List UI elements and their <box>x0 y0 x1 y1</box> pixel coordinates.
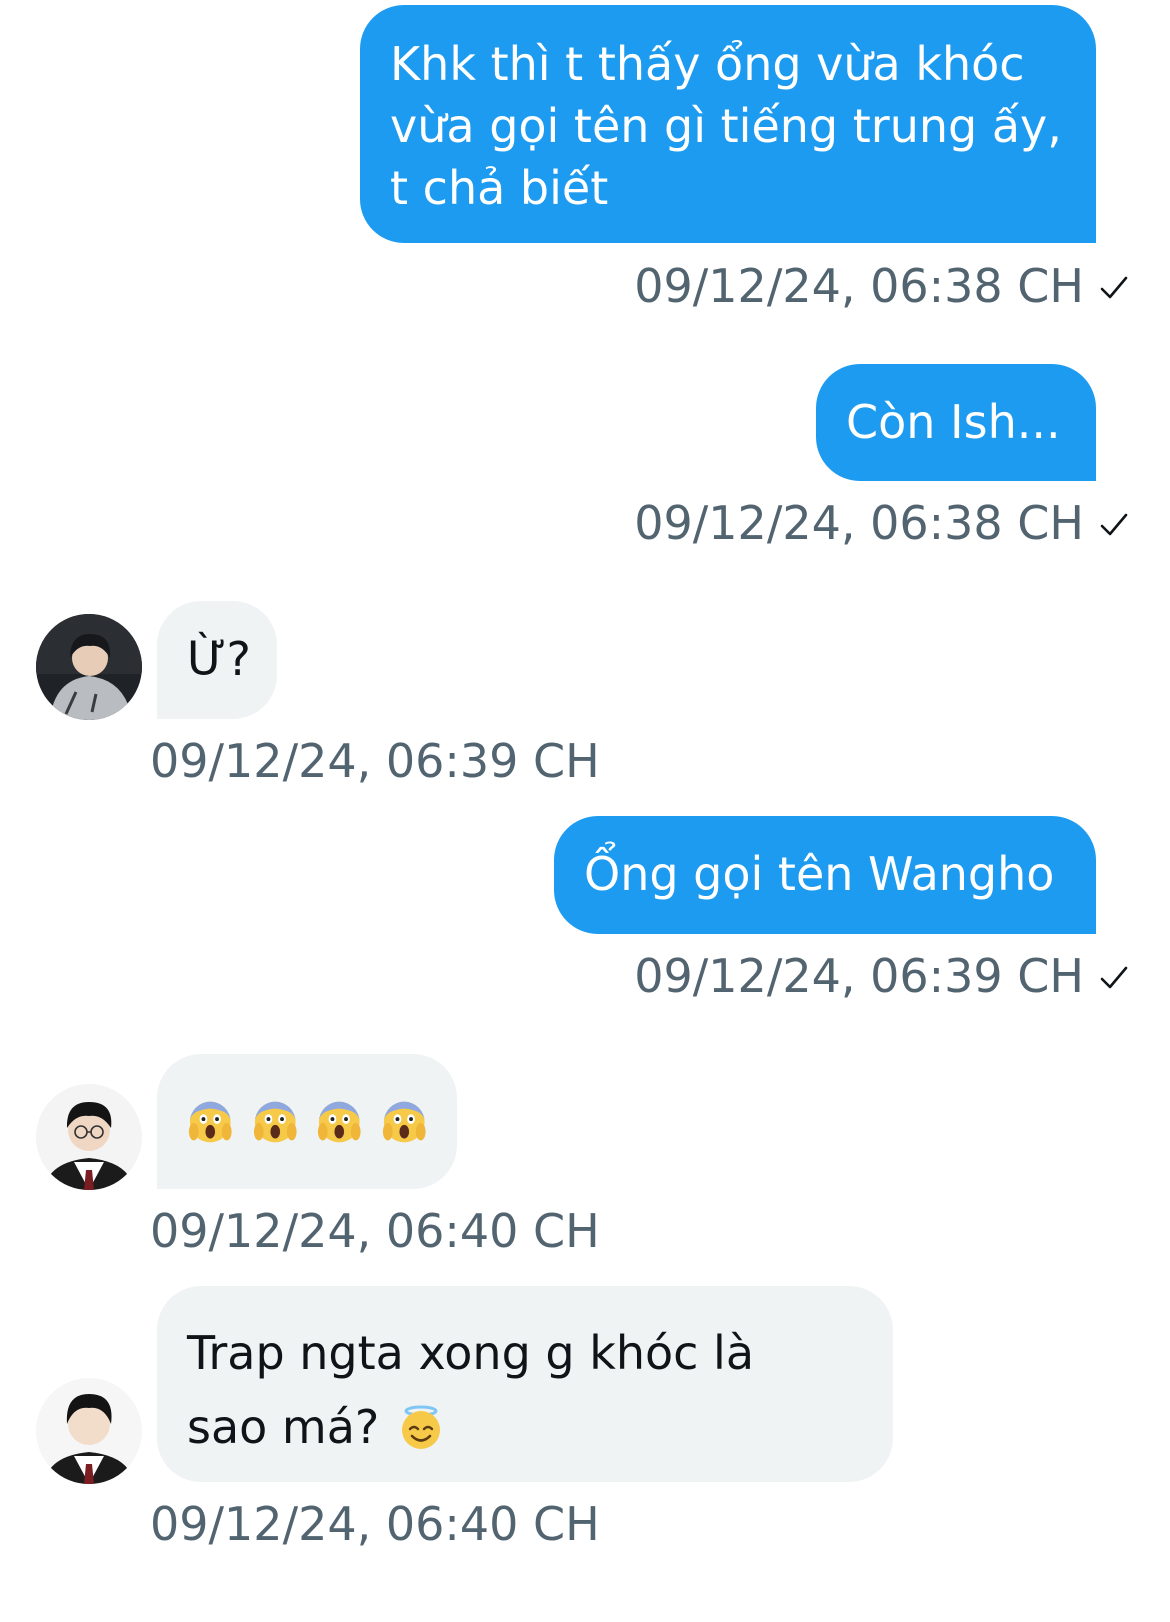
check-icon <box>1100 276 1128 299</box>
face-screaming-in-fear-icon <box>382 1101 426 1143</box>
avatar[interactable] <box>36 1084 142 1190</box>
message-timestamp: 09/12/24, 06:40 CH <box>150 1204 600 1258</box>
message-text: Còn Ish... <box>846 395 1061 449</box>
message-timestamp: 09/12/24, 06:38 CH <box>634 496 1084 550</box>
message-text: Ừ? <box>187 632 251 686</box>
message-text-line: sao má? <box>187 1400 380 1454</box>
outgoing-message-bubble[interactable]: Còn Ish... <box>816 364 1096 481</box>
message-text-line: Trap ngta xong g khóc là <box>187 1326 755 1380</box>
face-screaming-in-fear-icon <box>188 1101 232 1143</box>
incoming-message-bubble[interactable]: Ừ? <box>157 601 277 719</box>
message-timestamp: 09/12/24, 06:39 CH <box>634 949 1084 1003</box>
message-timestamp: 09/12/24, 06:38 CH <box>634 259 1084 313</box>
message-text: Ổng gọi tên Wangho <box>584 847 1055 901</box>
message-text-line: t chả biết <box>390 161 609 215</box>
avatar[interactable] <box>36 614 142 720</box>
check-icon <box>1100 966 1128 989</box>
check-icon <box>1100 513 1128 536</box>
message-timestamp: 09/12/24, 06:40 CH <box>150 1497 600 1551</box>
message-text-line: Khk thì t thấy ổng vừa khóc <box>390 37 1025 91</box>
face-screaming-in-fear-icon <box>317 1101 361 1143</box>
smiling-face-with-halo-icon <box>402 1405 441 1449</box>
outgoing-message-bubble[interactable]: Ổng gọi tên Wangho <box>554 816 1096 934</box>
incoming-message-bubble[interactable]: Trap ngta xong g khóc là sao má? <box>157 1286 893 1482</box>
message-timestamp: 09/12/24, 06:39 CH <box>150 734 600 788</box>
outgoing-message-bubble[interactable]: Khk thì t thấy ổng vừa khóc vừa gọi tên … <box>360 5 1096 243</box>
incoming-message-bubble[interactable] <box>157 1054 457 1189</box>
message-text-line-with-emoji: sao má? <box>187 1390 863 1464</box>
message-text-line: vừa gọi tên gì tiếng trung ấy, <box>390 99 1062 153</box>
emoji-row <box>187 1098 427 1146</box>
avatar[interactable] <box>36 1378 142 1484</box>
face-screaming-in-fear-icon <box>253 1101 297 1143</box>
